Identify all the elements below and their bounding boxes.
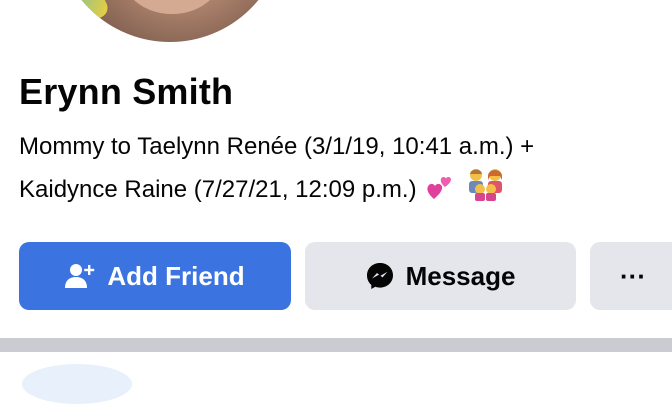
profile-picture-decoration (56, 0, 111, 30)
more-dots-icon: ··· (620, 260, 646, 291)
two-hearts-icon (425, 173, 455, 214)
profile-picture[interactable] (52, 0, 288, 46)
bio-line-2: Kaidynce Raine (7/27/21, 12:09 p.m.) (19, 176, 417, 203)
next-section-avatar (22, 364, 132, 404)
add-friend-button[interactable]: Add Friend (19, 242, 291, 310)
messenger-icon (366, 262, 394, 290)
profile-bio: Mommy to Taelynn Renée (3/1/19, 10:41 a.… (19, 127, 659, 214)
bio-line-1: Mommy to Taelynn Renée (3/1/19, 10:41 a.… (19, 133, 535, 160)
profile-name: Erynn Smith (19, 71, 234, 112)
message-button[interactable]: Message (305, 242, 576, 310)
add-friend-label: Add Friend (107, 260, 245, 291)
section-divider (0, 338, 672, 352)
profile-picture-face (122, 0, 222, 14)
more-options-button[interactable]: ··· (590, 242, 672, 310)
family-icon (464, 167, 508, 214)
add-user-icon (65, 263, 95, 289)
message-label: Message (405, 260, 516, 291)
